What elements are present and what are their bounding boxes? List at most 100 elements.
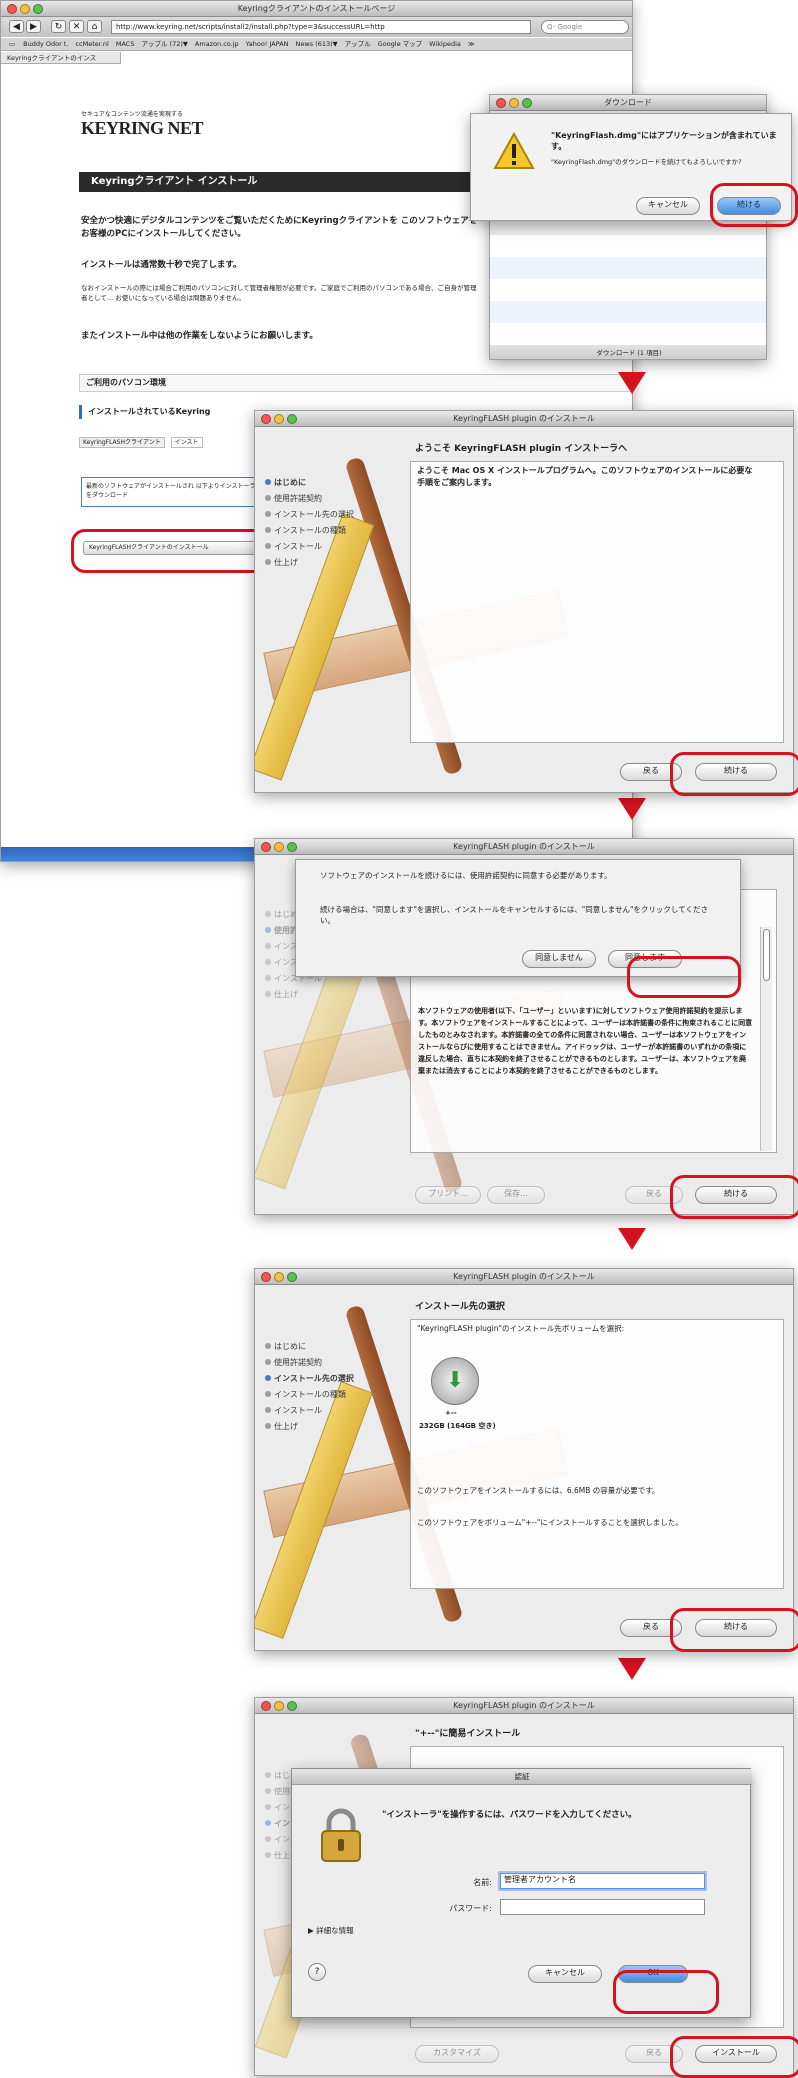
close-button[interactable] xyxy=(261,1272,271,1282)
highlight-agree xyxy=(627,956,741,998)
step-item: インストール xyxy=(265,541,322,552)
installer-window-install: KeyringFLASH plugin のインストール "+--"に簡易インスト… xyxy=(254,1697,794,2076)
bookmark-item[interactable]: Google マップ xyxy=(378,40,423,48)
disagree-button[interactable]: 同意しません xyxy=(522,950,596,968)
bookmark-item[interactable]: アップル (72)▼ xyxy=(141,40,187,48)
alert-title: "KeyringFlash.dmg"にはアプリケーションが含まれています。 xyxy=(551,131,777,151)
highlight-install-link xyxy=(71,529,277,573)
lock-icon xyxy=(321,1808,361,1862)
minimize-button[interactable] xyxy=(20,4,30,14)
address-bar[interactable]: http://www.keyring.net/scripts/install2/… xyxy=(111,20,531,34)
bookmark-item[interactable]: Buddy Odor t. xyxy=(23,40,68,48)
license-scrollbar[interactable] xyxy=(760,927,772,1151)
disk-name: +-- xyxy=(445,1409,457,1417)
installer-titlebar: KeyringFLASH plugin のインストール xyxy=(255,1269,793,1285)
bookmark-overflow[interactable]: ≫ xyxy=(468,40,475,48)
scroll-thumb[interactable] xyxy=(763,929,770,981)
save-button[interactable]: 保存... xyxy=(487,1186,545,1204)
tab-label: Keyringクライアントのインス xyxy=(7,54,97,62)
download-footer: ダウンロード (1 項目) xyxy=(490,345,766,359)
help-button[interactable]: ? xyxy=(308,1963,326,1981)
installer-window-controls xyxy=(261,1701,297,1711)
minimize-button[interactable] xyxy=(274,1272,284,1282)
close-button[interactable] xyxy=(496,98,506,108)
bookmark-item[interactable]: アップル xyxy=(345,40,371,48)
minimize-button[interactable] xyxy=(509,98,519,108)
minimize-button[interactable] xyxy=(274,414,284,424)
step-bullet xyxy=(265,1772,271,1778)
close-button[interactable] xyxy=(261,842,271,852)
zoom-button[interactable] xyxy=(287,1272,297,1282)
password-field[interactable] xyxy=(500,1899,705,1915)
highlight-download-continue xyxy=(710,183,798,227)
zoom-button[interactable] xyxy=(522,98,532,108)
download-list xyxy=(490,235,766,345)
step-item: はじめに xyxy=(265,1341,306,1352)
details-disclosure[interactable]: ▶ 詳細な情報 xyxy=(308,1925,354,1936)
zoom-button[interactable] xyxy=(287,1701,297,1711)
page-banner: Keyringクライアント インストール xyxy=(79,172,499,192)
search-field[interactable]: Q- Google xyxy=(541,20,629,34)
minimize-button[interactable] xyxy=(274,1701,284,1711)
env-row: KeyringFLASHクライアント インスト xyxy=(79,437,259,451)
step-bullet xyxy=(265,911,271,917)
cancel-button[interactable]: キャンセル xyxy=(636,197,700,215)
bookmarks-bar: ▭ Buddy Odor t. ccMeter.nl MACS アップル (72)▼ Am… xyxy=(1,38,632,51)
download-title: ダウンロード xyxy=(604,98,652,107)
home-icon[interactable]: ⌂ xyxy=(87,20,102,33)
intro-paragraph: 安全かつ快適にデジタルコンテンツをご覧いただくためにKeyringクライアントを… xyxy=(81,216,478,239)
window-controls xyxy=(7,4,43,14)
minimize-button[interactable] xyxy=(274,842,284,852)
name-field[interactable]: 管理者アカウント名 xyxy=(500,1873,705,1889)
bookmark-item[interactable]: MACS xyxy=(116,40,135,48)
bookmark-item[interactable]: ccMeter.nl xyxy=(75,40,108,48)
installer-window-license: KeyringFLASH plugin のインストール 本ソフトウェアの使用者(… xyxy=(254,838,794,1215)
back-arrow-icon[interactable]: ◀ xyxy=(9,20,24,33)
license-text: 本ソフトウェアの使用者(以下、「ユーザー」といいます)に対してソフトウェア使用許… xyxy=(418,1007,753,1075)
step-bullet xyxy=(265,543,271,549)
bookmark-item[interactable]: Yahoo! JAPAN xyxy=(246,40,289,48)
sheet-text-1: ソフトウェアのインストールを続けるには、使用許諾契約に同意する必要があります。 xyxy=(320,871,612,880)
installer-titlebar: KeyringFLASH plugin のインストール xyxy=(255,839,793,855)
installer-titlebar: KeyringFLASH plugin のインストール xyxy=(255,411,793,427)
step-item: インストール xyxy=(265,1405,322,1416)
step-bullet xyxy=(265,927,271,933)
close-button[interactable] xyxy=(261,1701,271,1711)
print-button[interactable]: プリント... xyxy=(415,1186,481,1204)
step-item: はじめに xyxy=(265,477,306,488)
close-button[interactable] xyxy=(261,414,271,424)
browser-toolbar: ◀ ▶ ↻ ✕ ⌂ http://www.keyring.net/scripts… xyxy=(1,17,632,37)
step-item: インストールの種類 xyxy=(265,525,346,536)
bookmark-item[interactable]: Wikipedia xyxy=(429,40,461,48)
bookmark-item[interactable]: News (613)▼ xyxy=(296,40,338,48)
zoom-button[interactable] xyxy=(287,414,297,424)
hard-disk-icon[interactable]: ⬇ xyxy=(431,1357,479,1405)
zoom-button[interactable] xyxy=(287,842,297,852)
cancel-button[interactable]: キャンセル xyxy=(528,1965,602,1983)
update-notice: 最新のソフトウェアがインストールされ 以下よりインストーラをダウンロード xyxy=(81,477,266,507)
installer-title: KeyringFLASH plugin のインストール xyxy=(453,842,595,851)
reload-icon[interactable]: ↻ xyxy=(51,20,66,33)
bookmark-item[interactable]: Amazon.co.jp xyxy=(195,40,239,48)
forward-arrow-icon[interactable]: ▶ xyxy=(26,20,41,33)
step-bullet xyxy=(265,1836,271,1842)
step-bullet xyxy=(265,1788,271,1794)
search-placeholder: Q- Google xyxy=(547,23,583,31)
step-bullet xyxy=(265,1343,271,1349)
step-label: 仕上げ xyxy=(274,1422,298,1431)
close-button[interactable] xyxy=(7,4,17,14)
browser-tab[interactable]: Keyringクライアントのインス xyxy=(1,52,121,64)
highlight-continue-1 xyxy=(670,752,798,796)
customize-button[interactable]: カスタマイズ xyxy=(415,2045,499,2063)
bookmarks-icon[interactable]: ▭ xyxy=(9,40,15,48)
install-time-text: インストールは通常数十秒で完了します。 xyxy=(81,260,242,270)
step-item: インストール先の選択 xyxy=(265,1373,354,1384)
installed-label: インストールされているKeyring xyxy=(79,405,279,419)
step-item: 使用許諾契約 xyxy=(265,1357,322,1368)
zoom-button[interactable] xyxy=(33,4,43,14)
step-item: 使用許諾契約 xyxy=(265,493,322,504)
step-label: 使用許諾契約 xyxy=(274,1358,322,1367)
step-bullet xyxy=(265,975,271,981)
stop-icon[interactable]: ✕ xyxy=(69,20,84,33)
step-bullet xyxy=(265,943,271,949)
